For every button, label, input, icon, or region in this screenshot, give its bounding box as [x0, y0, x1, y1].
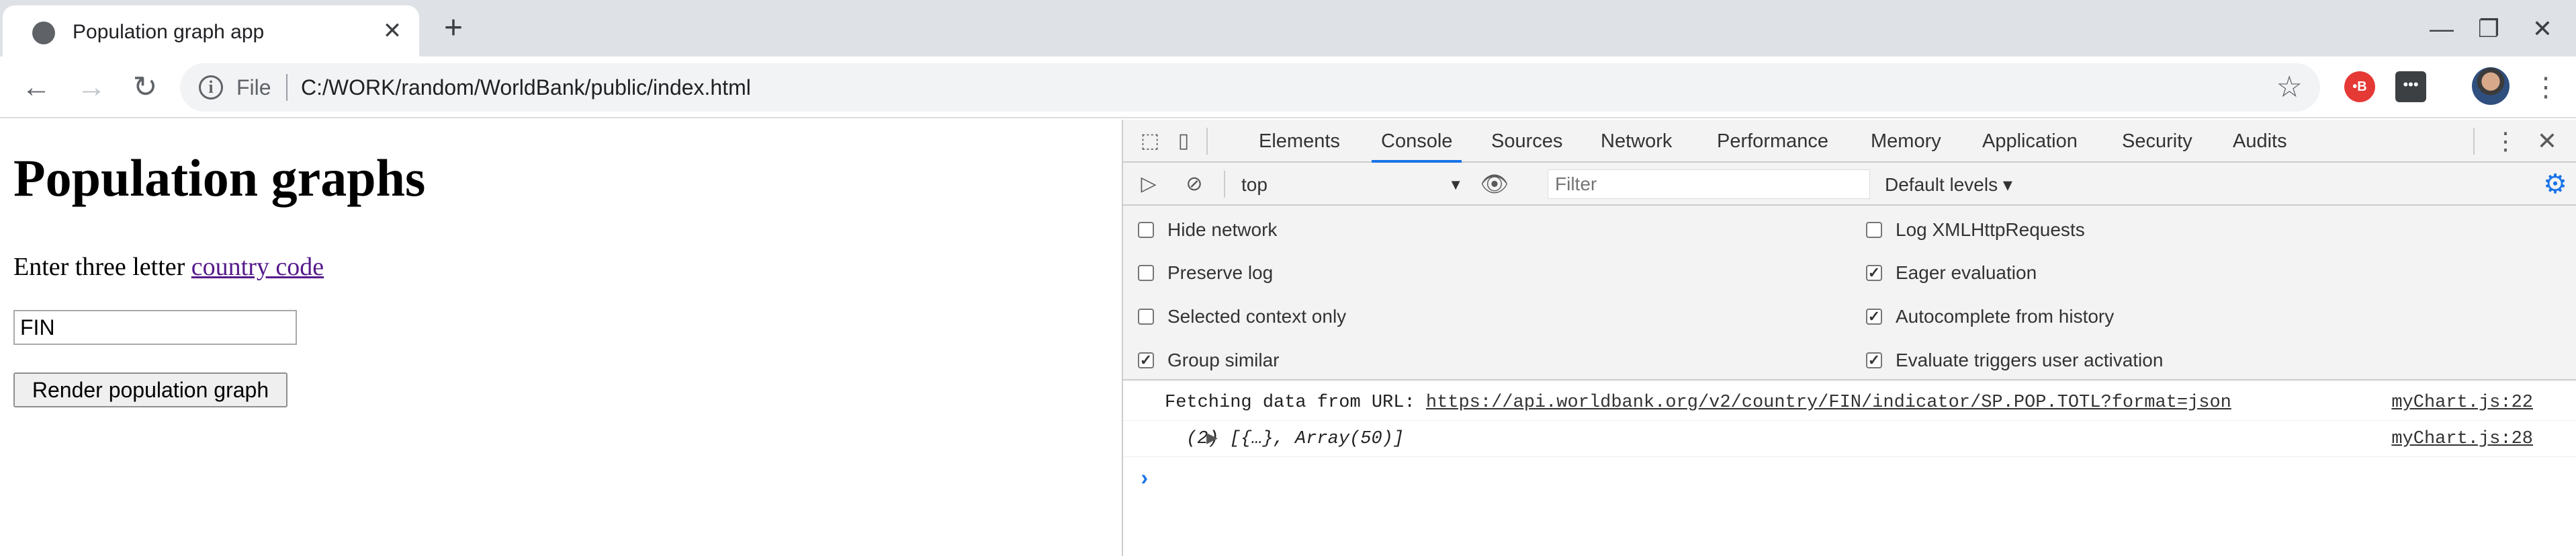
console-filter-input[interactable]	[1548, 169, 1870, 199]
setting-autocomplete-history[interactable]: ✓ Autocomplete from history	[1866, 303, 2114, 330]
setting-evaluate-triggers[interactable]: ✓ Evaluate triggers user activation	[1866, 347, 2163, 374]
tab-security[interactable]: Security	[2122, 120, 2192, 163]
setting-label: Selected context only	[1167, 306, 1347, 327]
console-settings: Hide network Log XMLHttpRequests Preserv…	[1123, 206, 2576, 381]
page-content: Population graphs Enter three letter cou…	[0, 120, 1122, 556]
devtools-divider	[1206, 128, 1208, 155]
setting-eager-evaluation[interactable]: ✓ Eager evaluation	[1866, 260, 2037, 286]
avatar[interactable]	[2472, 67, 2510, 105]
extension-red-icon[interactable]: •B	[2344, 71, 2375, 102]
context-value: top	[1241, 174, 1268, 195]
tab-strip: Population graph app ✕ + — ❐ ✕	[0, 0, 2576, 56]
console-prompt-icon[interactable]: ›	[1138, 461, 1151, 498]
log-message: Fetching data from URL: https://api.worl…	[1165, 385, 2231, 421]
render-graph-button[interactable]: Render population graph	[13, 372, 287, 407]
log-prefix: Fetching data from URL:	[1165, 393, 1426, 413]
country-code-link[interactable]: country code	[191, 253, 324, 281]
eye-icon[interactable]: 👁	[1479, 171, 1510, 198]
minimize-button[interactable]: —	[2425, 12, 2458, 46]
devtools-close-icon[interactable]: ✕	[2534, 125, 2561, 157]
tab-network[interactable]: Network	[1601, 120, 1672, 163]
tab-title: Population graph app	[73, 21, 265, 43]
browser-menu-icon[interactable]: ⋮	[2532, 69, 2559, 106]
extension-dark-icon[interactable]: •••	[2395, 71, 2426, 102]
checkbox-checked[interactable]: ✓	[1866, 308, 1882, 325]
tab-console[interactable]: Console	[1372, 120, 1462, 163]
log-levels-dropdown[interactable]: Default levels ▾	[1885, 172, 2012, 198]
checkbox-checked[interactable]: ✓	[1866, 352, 1882, 368]
device-toolbar-icon[interactable]: ▯	[1170, 128, 1197, 155]
gear-icon[interactable]: ⚙	[2540, 169, 2570, 199]
country-code-input[interactable]	[13, 310, 297, 345]
tab-sources[interactable]: Sources	[1491, 120, 1562, 163]
console-toolbar: ▷ ⊘ top ▼ 👁 Default levels ▾ ⚙	[1123, 163, 2576, 206]
bookmark-star-icon[interactable]: ☆	[2276, 70, 2303, 105]
checkbox[interactable]	[1866, 221, 1882, 238]
page-title: Population graphs	[13, 149, 426, 207]
setting-preserve-log[interactable]: Preserve log	[1138, 260, 1273, 286]
devtools-panel: ⬚ ▯ Elements Console Sources Network Per…	[1122, 120, 2576, 556]
log-source-link[interactable]: myChart.js:22	[2391, 385, 2533, 421]
devtools-divider	[1224, 171, 1225, 198]
devtools-tabbar: ⬚ ▯ Elements Console Sources Network Per…	[1123, 120, 2576, 163]
tab-audits[interactable]: Audits	[2233, 120, 2287, 163]
url-text[interactable]: C:/WORK/random/WorldBank/public/index.ht…	[301, 73, 751, 102]
setting-log-xhr[interactable]: Log XMLHttpRequests	[1866, 216, 2085, 243]
tab-elements[interactable]: Elements	[1259, 120, 1340, 163]
checkbox[interactable]	[1138, 221, 1154, 238]
tab-close-icon[interactable]: ✕	[379, 17, 406, 44]
log-url-link[interactable]: https://api.worldbank.org/v2/country/FIN…	[1426, 393, 2231, 413]
setting-label: Preserve log	[1167, 262, 1274, 283]
log-source-link[interactable]: myChart.js:28	[2391, 421, 2533, 457]
checkbox[interactable]	[1138, 308, 1154, 325]
setting-label: Evaluate triggers user activation	[1896, 350, 2164, 370]
expand-triangle-icon[interactable]: ▶	[1206, 421, 1218, 457]
back-button[interactable]: ←	[17, 69, 55, 106]
forward-button[interactable]: →	[73, 69, 110, 106]
address-bar[interactable]: i File C:/WORK/random/WorldBank/public/i…	[180, 63, 2320, 112]
setting-hide-network[interactable]: Hide network	[1138, 216, 1277, 243]
browser-tab[interactable]: Population graph app ✕	[3, 5, 419, 56]
setting-group-similar[interactable]: ✓ Group similar	[1138, 347, 1279, 374]
globe-icon	[32, 22, 55, 44]
checkbox-checked[interactable]: ✓	[1866, 264, 1882, 281]
log-message[interactable]: ▶ (2) [{…}, Array(50)]	[1165, 421, 1404, 457]
setting-selected-context[interactable]: Selected context only	[1138, 303, 1346, 330]
more-options-icon[interactable]: ⋮	[2493, 125, 2518, 157]
clear-console-icon[interactable]: ⊘	[1181, 171, 1208, 198]
dropdown-arrow-icon: ▼	[1448, 176, 1463, 193]
checkbox-checked[interactable]: ✓	[1138, 352, 1154, 368]
restore-button[interactable]: ❐	[2472, 12, 2505, 46]
setting-label: Eager evaluation	[1896, 262, 2037, 283]
console-log-row: Fetching data from URL: https://api.worl…	[1123, 385, 2576, 421]
prompt-text: Enter three letter	[13, 253, 191, 281]
tab-application[interactable]: Application	[1982, 120, 2078, 163]
setting-label: Hide network	[1167, 219, 1278, 240]
browser-toolbar: ← → ↻ i File C:/WORK/random/WorldBank/pu…	[0, 56, 2576, 118]
omnibox-divider	[286, 74, 287, 101]
context-select[interactable]: top ▼	[1241, 172, 1463, 198]
reload-button[interactable]: ↻	[126, 69, 164, 106]
checkbox[interactable]	[1138, 264, 1154, 281]
console-log-row[interactable]: ▶ (2) [{…}, Array(50)] myChart.js:28	[1123, 421, 2576, 457]
tab-performance[interactable]: Performance	[1717, 120, 1828, 163]
inspect-element-icon[interactable]: ⬚	[1137, 128, 1163, 155]
tab-memory[interactable]: Memory	[1871, 120, 1941, 163]
setting-label: Group similar	[1167, 350, 1280, 370]
setting-label: Log XMLHttpRequests	[1896, 219, 2085, 240]
sidebar-toggle-icon[interactable]: ▷	[1135, 171, 1162, 198]
setting-label: Autocomplete from history	[1896, 306, 2115, 327]
new-tab-button[interactable]: +	[437, 12, 470, 46]
scheme-label: File	[236, 75, 271, 100]
country-prompt: Enter three letter country code	[13, 251, 324, 282]
devtools-divider	[2473, 128, 2475, 155]
log-object-summary: (2) [{…}, Array(50)]	[1186, 429, 1405, 449]
info-icon[interactable]: i	[199, 75, 223, 100]
window-close-button[interactable]: ✕	[2526, 12, 2559, 46]
